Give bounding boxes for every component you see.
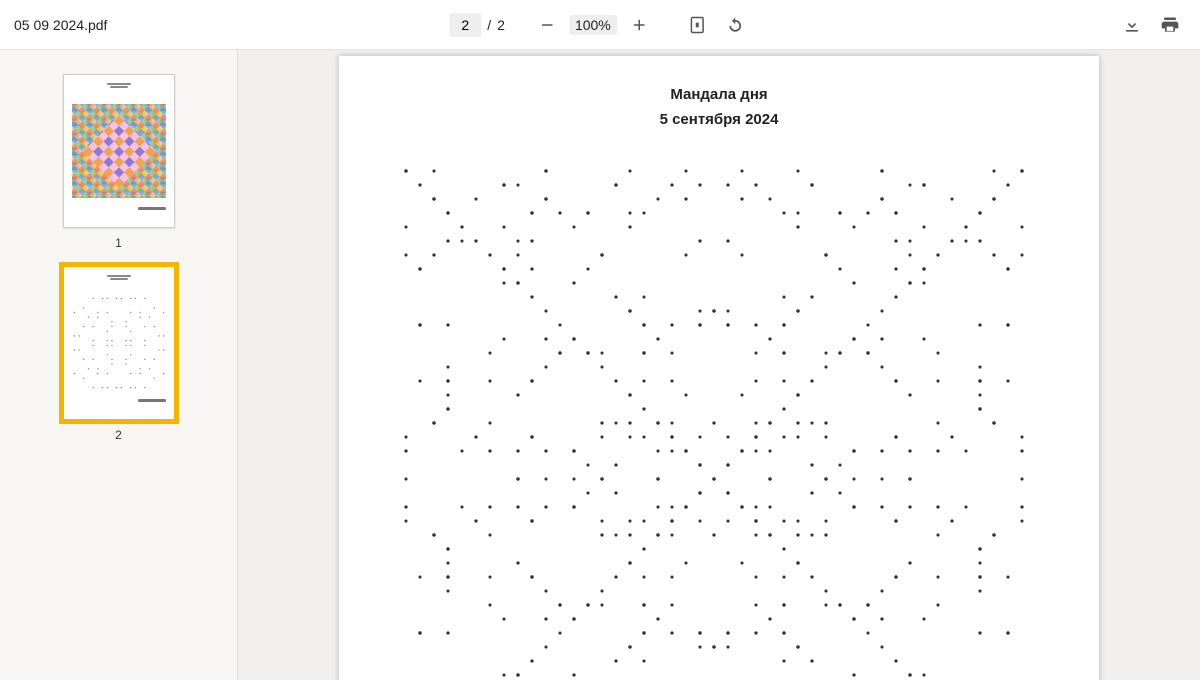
zoom-out-button[interactable] [531,9,563,41]
thumbnail-label: 2 [115,428,122,442]
minus-icon [538,16,556,34]
mandala-colored-thumb-icon [72,95,166,207]
filename-label: 05 09 2024.pdf [14,17,107,33]
thumbnail-sidebar[interactable]: 1 2 [0,50,238,680]
zoom-in-button[interactable] [623,9,655,41]
main-body: 1 2 Мандала дня 5 сентября 2024 [0,50,1200,680]
dot-pattern [399,164,1039,680]
toolbar-center: / 2 100% [449,0,751,50]
fit-page-button[interactable] [681,9,713,41]
download-button[interactable] [1116,9,1148,41]
dots-thumb-icon [72,287,166,399]
thumbnail-item: 2 [63,266,175,442]
toolbar-right [1116,0,1186,50]
thumbnail-page-2[interactable] [63,266,175,420]
plus-icon [630,16,648,34]
download-icon [1122,15,1142,35]
page-total: 2 [497,17,505,33]
print-button[interactable] [1154,9,1186,41]
thumbnail-label: 1 [115,236,122,250]
fit-page-icon [687,15,707,35]
rotate-icon [725,15,745,35]
print-icon [1160,15,1180,35]
page-separator: / [485,17,493,33]
page-number-input[interactable] [449,13,481,37]
rotate-button[interactable] [719,9,751,41]
page-indicator: / 2 [449,13,505,37]
toolbar: 05 09 2024.pdf / 2 100% [0,0,1200,50]
page-subtitle: 5 сентября 2024 [399,111,1039,128]
page-title: Мандала дня [399,86,1039,103]
zoom-level-display[interactable]: 100% [569,15,617,35]
page-viewport[interactable]: Мандала дня 5 сентября 2024 [238,50,1200,680]
thumbnail-item: 1 [63,74,175,250]
thumbnail-page-1[interactable] [63,74,175,228]
document-page: Мандала дня 5 сентября 2024 [339,56,1099,680]
